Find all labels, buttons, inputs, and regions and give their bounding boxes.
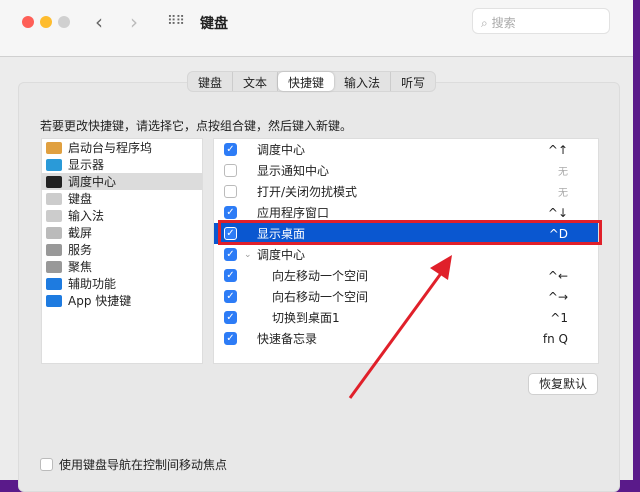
tab-4[interactable]: 听写	[391, 72, 435, 91]
tab-bar: 键盘 文本 快捷键 输入法 听写	[187, 71, 437, 92]
tab-0[interactable]: 键盘	[188, 72, 234, 91]
tab-3[interactable]: 输入法	[334, 72, 392, 91]
tab-1[interactable]: 文本	[233, 72, 279, 91]
tab-2[interactable]: 快捷键	[278, 72, 335, 91]
